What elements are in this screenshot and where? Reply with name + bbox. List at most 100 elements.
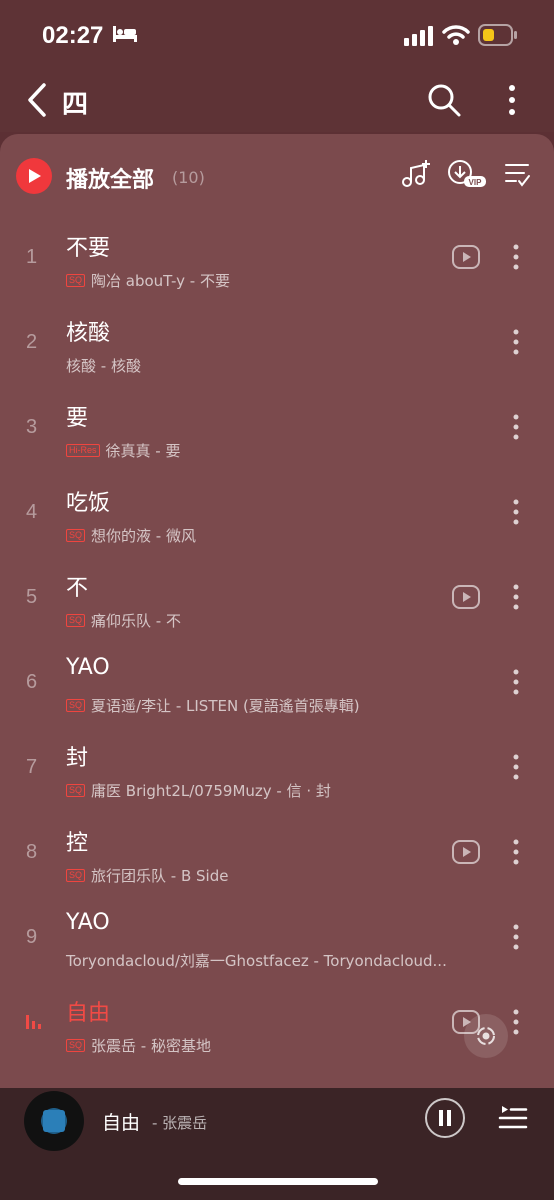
song-artist-album: 核酸 - 核酸	[66, 357, 141, 375]
song-more-icon[interactable]	[510, 412, 522, 442]
song-index: 8	[26, 841, 38, 863]
song-more-icon[interactable]	[510, 667, 522, 697]
status-bar: 02:27	[0, 0, 554, 72]
now-playing-bars-icon	[26, 1015, 41, 1029]
song-title: 吃饭	[66, 491, 111, 516]
song-subtitle: Toryondacloud/刘嘉一Ghostfacez - Toryondacl…	[66, 950, 447, 971]
song-subtitle: 核酸 - 核酸	[66, 355, 141, 376]
song-title: YAO	[66, 655, 110, 680]
pause-button[interactable]	[425, 1098, 465, 1138]
song-artist-album: 想你的液 - 微风	[91, 527, 196, 545]
song-artist-album: 庸医 Bright2L/0759Muzy - 信 · 封	[91, 782, 331, 800]
play-all-label[interactable]: 播放全部	[66, 162, 154, 194]
status-time: 02:27	[42, 22, 104, 49]
svg-text:VIP: VIP	[469, 178, 483, 187]
quality-badge: SQ	[66, 699, 86, 712]
song-more-icon[interactable]	[510, 837, 522, 867]
song-count: (10)	[172, 168, 205, 187]
download-vip-icon[interactable]: VIP	[446, 158, 488, 190]
quality-badge: SQ	[66, 529, 86, 542]
search-icon[interactable]	[426, 82, 462, 118]
song-index: 7	[26, 756, 38, 778]
song-more-icon[interactable]	[510, 1007, 522, 1037]
song-row[interactable]: 3 要 Hi-Res 徐真真 - 要	[0, 384, 554, 469]
play-icon	[29, 169, 41, 183]
song-artist-album: 夏语遥/李让 - LISTEN (夏語遙首張專輯)	[91, 697, 360, 715]
quality-badge: SQ	[66, 784, 86, 797]
cellular-signal-icon	[404, 26, 433, 46]
song-row[interactable]: 4 吃饭 SQ 想你的液 - 微风	[0, 469, 554, 554]
now-playing-title: 自由	[102, 1112, 141, 1134]
song-title: YAO	[66, 910, 110, 935]
album-art	[43, 1110, 65, 1132]
song-row[interactable]: 1 不要 SQ 陶冶 abouT-y - 不要	[0, 214, 554, 299]
song-subtitle: SQ 庸医 Bright2L/0759Muzy - 信 · 封	[66, 780, 331, 801]
song-row[interactable]: 7 封 SQ 庸医 Bright2L/0759Muzy - 信 · 封	[0, 724, 554, 809]
mv-play-icon[interactable]	[452, 245, 480, 269]
song-subtitle: SQ 夏语遥/李让 - LISTEN (夏語遙首張專輯)	[66, 695, 360, 716]
wifi-icon	[442, 25, 470, 45]
quality-badge: SQ	[66, 614, 86, 627]
pause-icon	[439, 1110, 451, 1126]
song-subtitle: SQ 旅行团乐队 - B Side	[66, 865, 228, 886]
song-row[interactable]: 8 控 SQ 旅行团乐队 - B Side	[0, 809, 554, 894]
playlist-queue-icon[interactable]	[498, 1102, 528, 1132]
song-artist-album: Toryondacloud/刘嘉一Ghostfacez - Toryondacl…	[66, 952, 447, 970]
song-subtitle: Hi-Res 徐真真 - 要	[66, 440, 180, 461]
song-index: 1	[26, 246, 38, 268]
home-indicator	[178, 1178, 378, 1185]
locate-icon	[477, 1027, 495, 1045]
play-all-row[interactable]: 播放全部 (10) VIP	[0, 154, 554, 202]
song-row[interactable]: 9 YAO Toryondacloud/刘嘉一Ghostfacez - Tory…	[0, 894, 554, 979]
song-title: 不要	[66, 236, 111, 261]
nav-bar: 四	[0, 72, 554, 132]
now-playing-artist: - 张震岳	[152, 1114, 208, 1132]
song-more-icon[interactable]	[510, 922, 522, 952]
song-more-icon[interactable]	[510, 242, 522, 272]
quality-badge: Hi-Res	[66, 444, 100, 457]
song-subtitle: SQ 陶冶 abouT-y - 不要	[66, 270, 230, 291]
mv-play-icon[interactable]	[452, 840, 480, 864]
song-artist-album: 旅行团乐队 - B Side	[91, 867, 229, 885]
quality-badge: SQ	[66, 274, 86, 287]
song-more-icon[interactable]	[510, 752, 522, 782]
song-more-icon[interactable]	[510, 327, 522, 357]
song-index: 9	[26, 926, 38, 948]
quality-badge: SQ	[66, 1039, 86, 1052]
battery-low-icon	[478, 24, 517, 46]
song-subtitle: SQ 想你的液 - 微风	[66, 525, 196, 546]
song-index: 3	[26, 416, 38, 438]
song-title: 封	[66, 746, 89, 771]
more-vertical-icon[interactable]	[500, 80, 524, 120]
song-row[interactable]: 5 不 SQ 痛仰乐队 - 不	[0, 554, 554, 639]
song-index: 6	[26, 671, 38, 693]
locate-current-song-button[interactable]	[464, 1014, 508, 1058]
song-index: 4	[26, 501, 38, 523]
mv-play-icon[interactable]	[452, 585, 480, 609]
song-artist-album: 张震岳 - 秘密基地	[91, 1037, 211, 1055]
song-artist-album: 痛仰乐队 - 不	[91, 612, 181, 630]
multi-select-icon[interactable]	[504, 158, 532, 190]
song-subtitle: SQ 张震岳 - 秘密基地	[66, 1035, 211, 1056]
play-all-button[interactable]	[16, 158, 52, 194]
song-title: 自由	[66, 1001, 111, 1026]
song-artist-album: 陶冶 abouT-y - 不要	[91, 272, 230, 290]
song-row[interactable]: 2 核酸 核酸 - 核酸	[0, 299, 554, 384]
song-index: 2	[26, 331, 38, 353]
song-more-icon[interactable]	[510, 497, 522, 527]
quality-badge: SQ	[66, 869, 86, 882]
song-title: 不	[66, 576, 89, 601]
song-row[interactable]: 6 YAO SQ 夏语遥/李让 - LISTEN (夏語遙首張專輯)	[0, 639, 554, 724]
song-artist-album: 徐真真 - 要	[105, 442, 181, 460]
page-title: 四	[62, 90, 89, 120]
add-to-playlist-icon[interactable]	[400, 158, 432, 190]
sleep-focus-icon	[113, 26, 137, 42]
song-subtitle: SQ 痛仰乐队 - 不	[66, 610, 181, 631]
back-arrow-icon[interactable]	[24, 82, 54, 118]
song-more-icon[interactable]	[510, 582, 522, 612]
album-cover[interactable]	[24, 1091, 84, 1151]
song-title: 核酸	[66, 321, 111, 346]
song-list-panel: 播放全部 (10) VIP 1 不要 SQ 陶冶 abouT-y - 不要 2 …	[0, 134, 554, 1088]
song-title: 控	[66, 831, 89, 856]
song-title: 要	[66, 406, 89, 431]
